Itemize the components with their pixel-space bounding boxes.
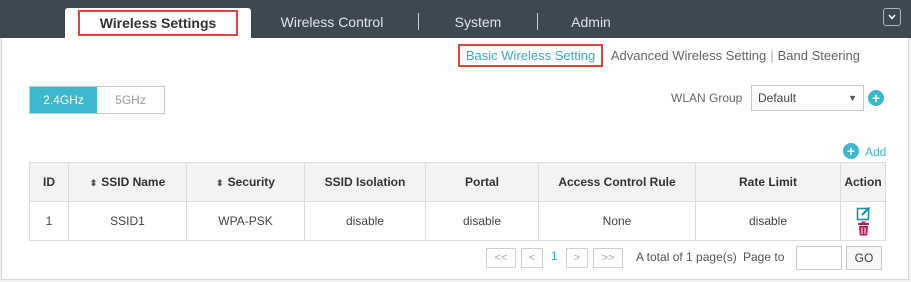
cell-access-control-rule: None: [538, 201, 696, 241]
first-page-button[interactable]: <<: [486, 248, 516, 268]
page-to-label: Page to: [743, 250, 785, 264]
header-label: SSID Name: [101, 175, 166, 189]
menu-button[interactable]: [883, 8, 901, 26]
add-button[interactable]: Add: [865, 145, 886, 159]
next-page-button[interactable]: >: [566, 248, 588, 268]
delete-icon[interactable]: [857, 221, 870, 236]
cell-id: 1: [29, 201, 69, 241]
table-header-row: ID ⬍ SSID Name ⬍ Security SSID Isolation P…: [29, 162, 886, 202]
cell-portal: disable: [425, 201, 539, 241]
prev-page-button[interactable]: <: [521, 248, 543, 268]
band-selector: 2.4GHz 5GHz: [29, 86, 165, 114]
add-icon[interactable]: +: [843, 143, 859, 159]
header-security[interactable]: ⬍ Security: [186, 162, 305, 202]
tab-system[interactable]: System: [430, 8, 526, 38]
dropdown-arrow-icon: ▼: [848, 93, 857, 103]
add-wlan-group-icon[interactable]: +: [868, 90, 884, 106]
subnav-band-steering[interactable]: Band Steering: [774, 48, 864, 63]
header-access-control-rule: Access Control Rule: [538, 162, 696, 202]
edit-icon[interactable]: [856, 206, 871, 221]
tab-wireless-control[interactable]: Wireless Control: [262, 8, 402, 38]
header-action: Action: [840, 162, 886, 202]
table-row: 1 SSID1 WPA-PSK disable disable None dis…: [29, 201, 886, 241]
subnav-basic-wireless[interactable]: Basic Wireless Setting: [457, 44, 604, 67]
tab-wireless-settings[interactable]: Wireless Settings: [65, 8, 251, 38]
main-panel: Basic Wireless Setting Advanced Wireless…: [1, 38, 909, 280]
tab-admin[interactable]: Admin: [548, 8, 634, 38]
cell-rate-limit: disable: [695, 201, 841, 241]
band-5ghz-button[interactable]: 5GHz: [97, 87, 164, 113]
chevron-down-icon: [888, 14, 896, 20]
nav-divider: [537, 13, 538, 30]
go-button[interactable]: GO: [846, 246, 882, 270]
sort-icon: ⬍: [89, 178, 98, 188]
top-nav: Wireless Settings Wireless Control Syste…: [0, 0, 911, 38]
header-portal: Portal: [425, 162, 539, 202]
sort-icon: ⬍: [216, 178, 224, 188]
page-to-input[interactable]: [796, 246, 842, 270]
header-rate-limit: Rate Limit: [695, 162, 841, 202]
header-ssid-name[interactable]: ⬍ SSID Name: [68, 162, 187, 202]
wlan-group-label: WLAN Group: [671, 91, 743, 105]
cell-ssid-isolation: disable: [304, 201, 426, 241]
sub-nav: Basic Wireless Setting Advanced Wireless…: [457, 44, 864, 67]
cell-action: [840, 201, 886, 241]
cell-security: WPA-PSK: [186, 201, 305, 241]
last-page-button[interactable]: >>: [593, 248, 623, 268]
nav-divider: [418, 13, 419, 30]
wlan-group-value: Default: [758, 91, 797, 105]
cell-ssid-name: SSID1: [68, 201, 187, 241]
ssid-table: ID ⬍ SSID Name ⬍ Security SSID Isolation P…: [29, 162, 886, 241]
wlan-group-select[interactable]: Default ▼: [751, 85, 864, 111]
subnav-advanced-wireless[interactable]: Advanced Wireless Setting: [607, 48, 770, 63]
header-ssid-isolation: SSID Isolation: [304, 162, 426, 202]
header-id: ID: [29, 162, 69, 202]
current-page[interactable]: 1: [551, 249, 558, 263]
header-label: Security: [227, 175, 275, 189]
band-2-4ghz-button[interactable]: 2.4GHz: [30, 87, 97, 113]
total-pages-text: A total of 1 page(s): [636, 250, 737, 264]
tab-label: Wireless Settings: [77, 10, 239, 36]
